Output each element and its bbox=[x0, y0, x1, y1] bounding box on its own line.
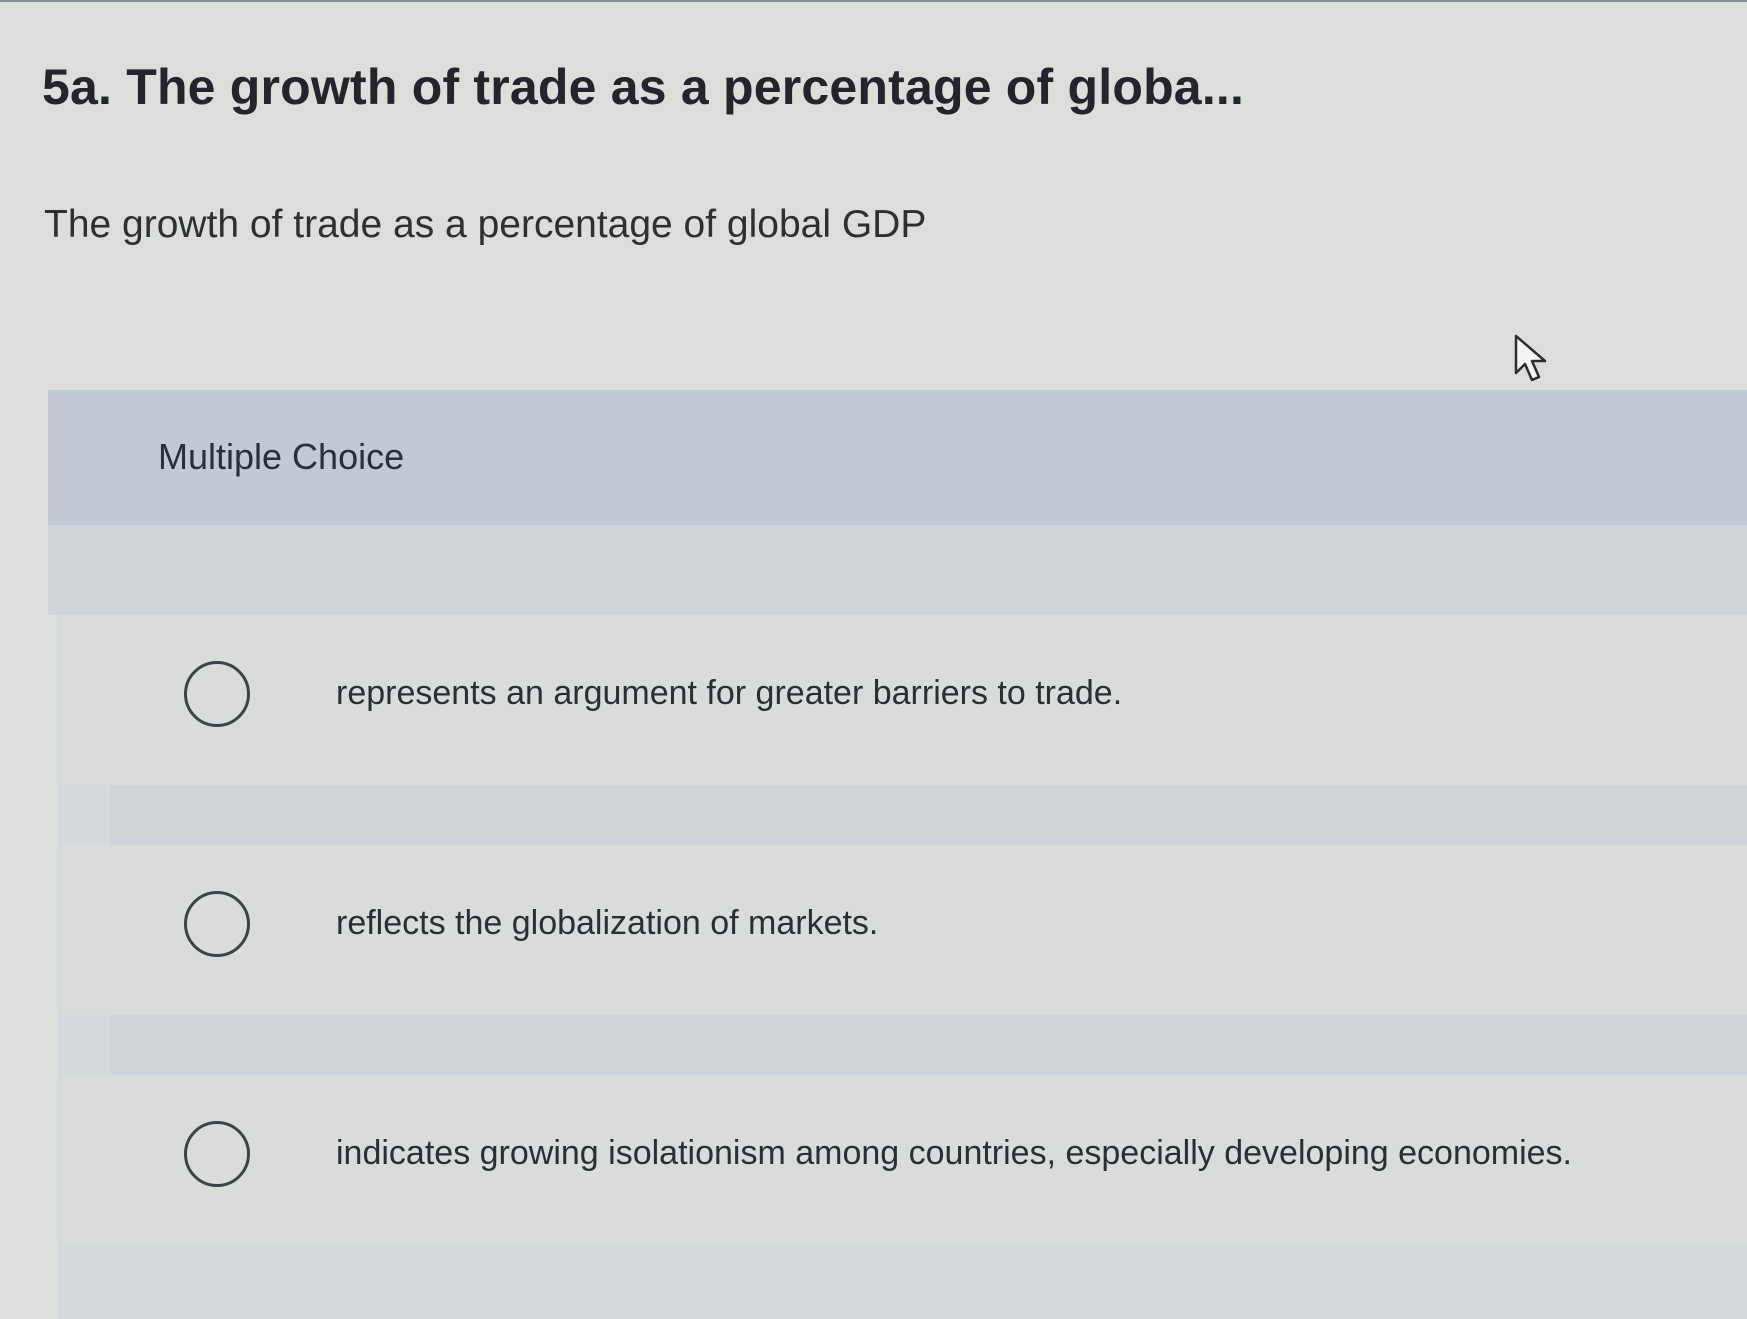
radio-button-icon[interactable] bbox=[184, 661, 250, 727]
answer-option-text: indicates growing isolationism among cou… bbox=[336, 1134, 1573, 1172]
mouse-pointer-icon bbox=[1514, 334, 1547, 382]
radio-button-icon[interactable] bbox=[184, 891, 250, 957]
header-spacer bbox=[48, 525, 1747, 615]
answer-option-3[interactable]: indicates growing isolationism among cou… bbox=[62, 1075, 1747, 1245]
option-divider bbox=[110, 785, 1747, 845]
answer-option-text: reflects the globalization of markets. bbox=[336, 904, 879, 942]
radio-button-icon[interactable] bbox=[184, 1121, 250, 1187]
question-prompt: The growth of trade as a percentage of g… bbox=[44, 203, 927, 246]
answer-option-2[interactable]: reflects the globalization of markets. bbox=[62, 845, 1747, 1015]
multiple-choice-label: Multiple Choice bbox=[158, 436, 405, 477]
answer-option-1[interactable]: represents an argument for greater barri… bbox=[62, 615, 1747, 785]
top-divider bbox=[0, 0, 1747, 2]
multiple-choice-header: Multiple Choice bbox=[48, 390, 1747, 525]
question-heading: 5a. The growth of trade as a percentage … bbox=[42, 59, 1245, 115]
option-divider bbox=[110, 1015, 1747, 1075]
answer-option-text: represents an argument for greater barri… bbox=[336, 674, 1123, 712]
